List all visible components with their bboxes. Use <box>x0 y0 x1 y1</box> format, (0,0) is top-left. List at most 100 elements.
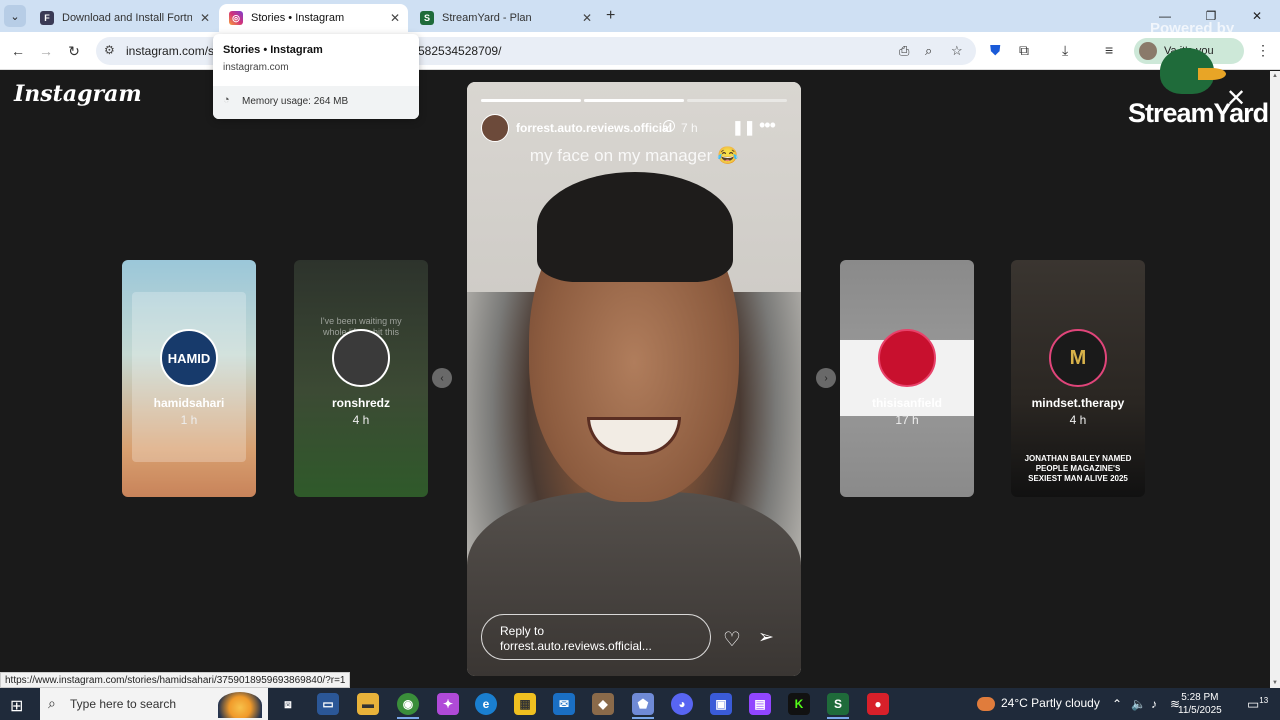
progress-fill <box>584 99 684 102</box>
copilot-icon[interactable]: ✦ <box>437 693 459 715</box>
task-view-icon[interactable]: ⧈ <box>277 693 299 715</box>
story-card-name: mindset.therapy <box>1031 396 1125 410</box>
like-heart-icon[interactable]: ♡ <box>723 627 741 652</box>
more-options-icon[interactable]: ••• <box>759 115 776 136</box>
instagram-logo[interactable]: Instagram <box>14 81 142 107</box>
streamyard-watermark: Powered by StreamYard ✕ <box>1120 18 1270 128</box>
edge-icon[interactable]: e <box>475 693 497 715</box>
twitch-icon[interactable]: ▤ <box>749 693 771 715</box>
windows-start-icon[interactable]: ⊞ <box>10 696 23 716</box>
active-app-indicator <box>397 717 419 719</box>
story-card-time: 1 h <box>180 413 198 427</box>
story-card-ronshredz[interactable]: I've been waiting my whole life to hit t… <box>294 260 428 497</box>
media-control-icon[interactable]: ≡ <box>1105 42 1113 58</box>
close-icon[interactable]: ✕ <box>200 11 210 25</box>
bookmark-star-icon[interactable]: ☆ <box>951 43 963 59</box>
scroll-up-icon[interactable]: ▲ <box>1272 73 1278 79</box>
reload-button[interactable]: ↻ <box>64 41 84 61</box>
discord-icon[interactable]: ◕ <box>671 693 693 715</box>
back-button[interactable]: ← <box>8 41 28 61</box>
taskbar-search[interactable]: ⌕ Type here to search <box>40 688 268 720</box>
url-text-start: instagram.com/sto <box>126 44 225 58</box>
tab-fortnite[interactable]: F Download and Install Fortnite T ✕ <box>30 4 218 32</box>
mail-icon[interactable]: ✉ <box>553 693 575 715</box>
app-icon[interactable]: ⬟ <box>632 693 654 715</box>
active-story[interactable]: forrest.auto.reviews.official ✓ 7 h ❚❚ •… <box>467 82 801 676</box>
next-story-arrow-icon[interactable]: › <box>816 368 836 388</box>
share-send-icon[interactable]: ➢ <box>758 626 774 649</box>
avatar-text: HAMID <box>167 350 211 366</box>
tab-search-button[interactable]: ⌄ <box>4 5 26 27</box>
forward-button[interactable]: → <box>36 41 56 61</box>
kick-icon[interactable]: K <box>788 693 810 715</box>
story-progress-segment <box>687 99 787 102</box>
zoom-icon[interactable]: ⌕ <box>925 43 932 59</box>
microphone-icon[interactable]: ♪ <box>1151 697 1157 711</box>
extensions-puzzle-icon[interactable]: ⧉ <box>1019 42 1029 59</box>
story-card-hamidsahari[interactable]: HAMID hamidsahari 1 h <box>122 260 256 497</box>
tab-streamyard[interactable]: S StreamYard - Plan ✕ <box>410 4 600 32</box>
story-card-mindset-therapy[interactable]: M mindset.therapy 4 h JONATHAN BAILEY NA… <box>1011 260 1145 497</box>
download-icon[interactable]: ⤓ <box>1062 42 1068 59</box>
pause-icon[interactable]: ❚❚ <box>732 119 755 136</box>
recorder-icon[interactable]: ● <box>867 693 889 715</box>
close-icon[interactable]: ✕ <box>1226 84 1246 113</box>
story-card-thisisanfield[interactable]: thisisanfield 17 h <box>840 260 974 497</box>
shield-extension-icon[interactable]: ⛊ <box>990 42 1001 59</box>
partly-cloudy-icon <box>977 696 995 711</box>
story-card-name: ronshredz <box>331 396 390 410</box>
story-progress-segment <box>584 99 684 102</box>
speaker-icon[interactable]: 🔈 <box>1131 697 1146 711</box>
search-icon: ⌕ <box>48 695 56 711</box>
tab-bar: ⌄ F Download and Install Fortnite T ✕ ◎ … <box>0 0 1280 32</box>
story-username[interactable]: forrest.auto.reviews.official <box>516 121 672 135</box>
browser-toolbar: ← → ↻ ⚙ instagram.com/sto 582534528709/ … <box>0 32 1280 70</box>
clock-date: 11/5/2025 <box>1178 705 1222 716</box>
scroll-down-icon[interactable]: ▼ <box>1272 680 1278 686</box>
verified-badge-icon: ✓ <box>663 120 675 132</box>
instagram-stories-page: Instagram HAMID hamidsahari 1 h I've bee… <box>0 71 1270 688</box>
story-card-name: thisisanfield <box>871 396 942 410</box>
weather-widget[interactable]: 24°C Partly cloudy <box>977 696 1100 711</box>
avatar[interactable] <box>481 114 509 142</box>
streamyard-icon[interactable]: S <box>827 693 849 715</box>
close-icon[interactable]: ✕ <box>582 11 592 25</box>
story-card-time: 4 h <box>1069 413 1087 427</box>
story-caption: my face on my manager 😂 <box>529 146 739 165</box>
computer-icon[interactable]: ▭ <box>317 693 339 715</box>
reply-input[interactable]: Reply to forrest.auto.reviews.official..… <box>481 614 711 660</box>
progress-fill <box>481 99 581 102</box>
avatar: HAMID <box>160 329 218 387</box>
new-tab-button[interactable]: + <box>606 7 615 25</box>
close-icon[interactable]: ✕ <box>390 11 400 25</box>
install-app-icon[interactable]: ⎙ <box>899 43 909 59</box>
clock[interactable]: 5:28 PM 11/5/2025 <box>1178 691 1222 717</box>
chrome-icon[interactable]: ◉ <box>397 693 419 715</box>
duck-beak <box>1198 68 1226 80</box>
tab-instagram[interactable]: ◎ Stories • Instagram ✕ <box>219 4 408 32</box>
windows-taskbar: ⊞ ⌕ Type here to search ⧈ ▭ ▬ ◉ ✦ e ▦ ✉ … <box>0 688 1280 720</box>
chevron-up-icon[interactable]: ⌃ <box>1112 697 1122 711</box>
streamyard-brand-text: StreamYard <box>1128 98 1269 128</box>
store-icon[interactable]: ▦ <box>514 693 536 715</box>
app-icon[interactable]: ▣ <box>710 693 732 715</box>
story-progress-segment <box>481 99 581 102</box>
active-app-indicator <box>827 717 849 719</box>
game-icon[interactable]: ◆ <box>592 693 614 715</box>
tab-title: Download and Install Fortnite T <box>62 12 192 24</box>
active-app-indicator <box>632 717 654 719</box>
hover-card-domain: instagram.com <box>223 62 289 73</box>
notification-icon[interactable]: ▭13 <box>1247 696 1268 712</box>
page-scrollbar[interactable]: ▲ ▼ <box>1270 71 1280 688</box>
site-info-icon[interactable]: ⚙ <box>104 43 115 57</box>
file-explorer-icon[interactable]: ▬ <box>357 693 379 715</box>
tab-title: StreamYard - Plan <box>442 12 532 24</box>
previous-story-arrow-icon[interactable]: ‹ <box>432 368 452 388</box>
story-card-name: hamidsahari <box>153 396 225 410</box>
avatar-text: M <box>1069 346 1087 369</box>
story-timestamp: 7 h <box>681 121 698 135</box>
avatar <box>332 329 390 387</box>
avatar <box>878 329 936 387</box>
powered-by-text: Powered by <box>1150 20 1235 37</box>
story-photo-cap <box>537 172 733 282</box>
